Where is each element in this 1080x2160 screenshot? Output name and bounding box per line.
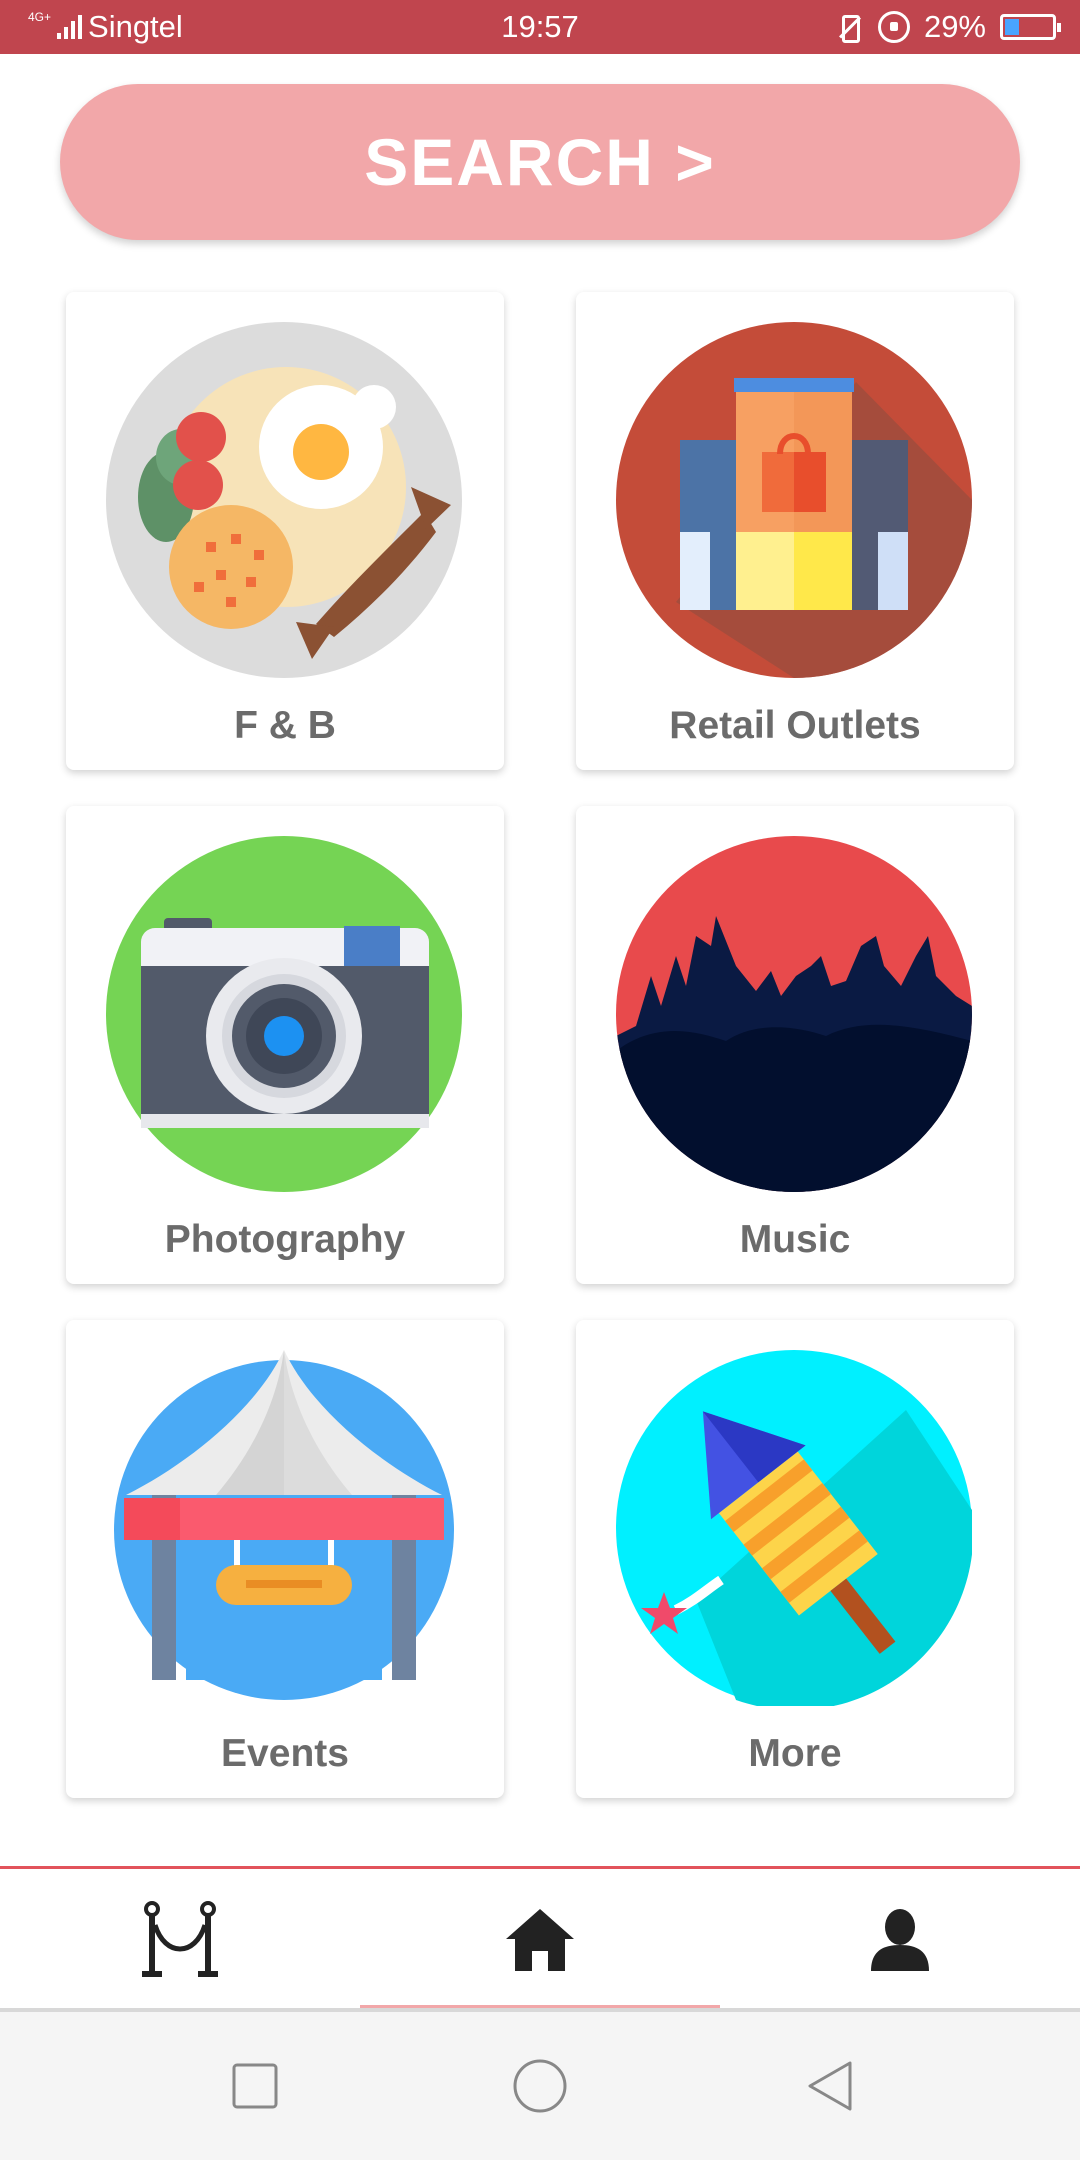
category-card-retail-outlets[interactable]: Retail Outlets <box>576 292 1014 770</box>
shopping-building-icon <box>616 322 972 678</box>
system-home-button[interactable] <box>450 2012 630 2160</box>
circle-icon <box>513 2059 567 2113</box>
rotation-lock-icon <box>877 11 910 43</box>
status-right: 29% <box>834 9 1061 45</box>
tab-home[interactable] <box>360 1869 720 2010</box>
triangle-back-icon <box>808 2061 852 2111</box>
stanchion-rope-icon <box>142 1900 218 1977</box>
category-label: Photography <box>164 1218 406 1261</box>
vibrate-off-icon <box>834 12 864 43</box>
event-tent-icon <box>114 1350 454 1700</box>
tab-profile[interactable] <box>720 1869 1080 2010</box>
back-button[interactable] <box>740 2012 920 2160</box>
camera-icon <box>106 836 462 1192</box>
category-card-more[interactable]: More <box>576 1320 1014 1798</box>
category-card-events[interactable]: Events <box>66 1320 504 1798</box>
battery-percent: 29% <box>923 9 986 44</box>
network-type: 4G+ <box>28 10 52 24</box>
system-nav-bar <box>0 2012 1080 2160</box>
square-icon <box>232 2063 278 2109</box>
category-card-fnb[interactable]: F & B <box>66 292 504 770</box>
category-card-music[interactable]: Music <box>576 806 1014 1284</box>
recent-apps-button[interactable] <box>165 2012 345 2160</box>
status-left: 4G+ Singtel <box>28 9 183 45</box>
food-plate-icon <box>106 322 462 678</box>
category-label: Music <box>739 1218 851 1261</box>
category-label: Events <box>221 1732 349 1775</box>
status-time: 19:57 <box>501 9 579 44</box>
search-button[interactable]: SEARCH > <box>60 84 1020 240</box>
home-icon <box>506 1908 574 1971</box>
category-label: F & B <box>234 704 336 747</box>
concert-crowd-icon <box>616 836 972 1192</box>
tab-stanchion[interactable] <box>0 1869 360 2010</box>
category-label: More <box>748 1732 842 1775</box>
profile-icon <box>871 1908 929 1971</box>
battery-icon <box>1000 14 1061 40</box>
category-label: Retail Outlets <box>669 704 921 747</box>
signal-icon <box>57 15 83 39</box>
category-card-photography[interactable]: Photography <box>66 806 504 1284</box>
carrier-name: Singtel <box>88 9 183 44</box>
bottom-tab-bar <box>0 1866 1080 2011</box>
firework-rocket-icon <box>616 1350 972 1706</box>
status-bar: 4G+ Singtel 19:57 29% <box>0 0 1080 54</box>
